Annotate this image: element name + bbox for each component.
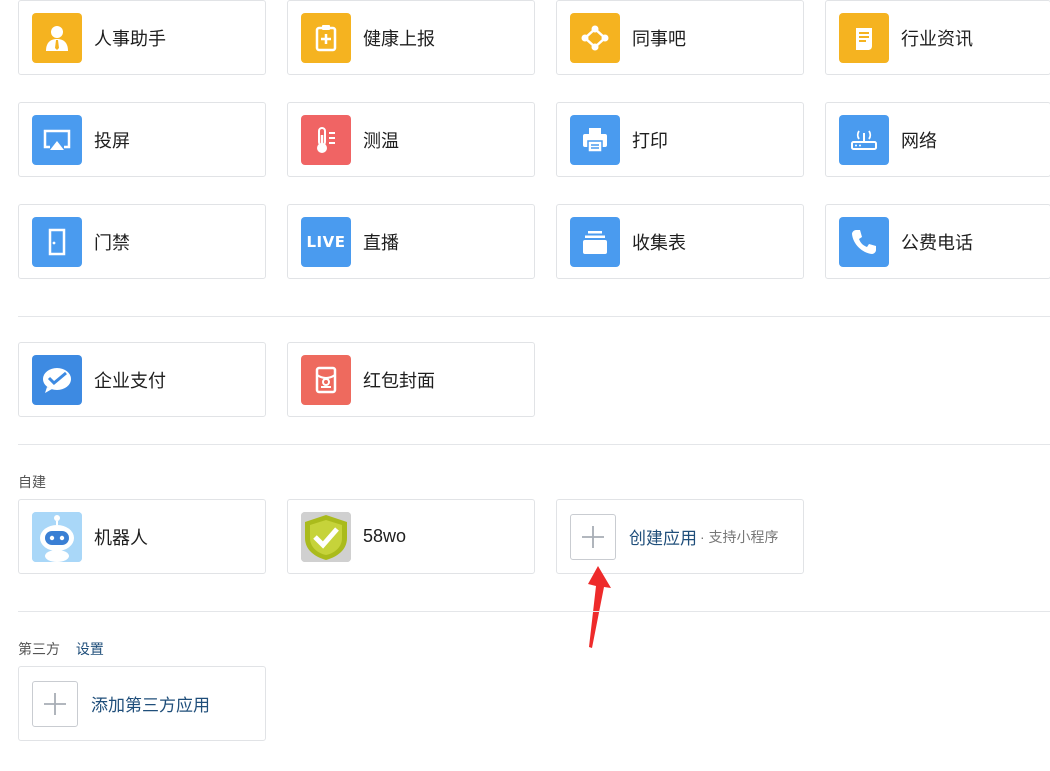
app-label: 同事吧 xyxy=(632,28,686,49)
network-icon xyxy=(570,12,620,63)
app-card-temperature[interactable]: 测温 xyxy=(287,102,535,177)
app-label: 58wo xyxy=(363,526,407,546)
mini-program-note: · 支持小程序 xyxy=(700,528,779,545)
clipboard-plus-icon xyxy=(301,12,351,63)
app-card-business-call[interactable]: 公费电话 xyxy=(825,204,1050,279)
annotation-arrow xyxy=(588,566,611,648)
app-label: 打印 xyxy=(632,130,668,151)
plus-icon xyxy=(570,513,616,560)
app-card-access-control[interactable]: 门禁 xyxy=(18,204,266,279)
section-divider xyxy=(18,316,1050,317)
app-label: 企业支付 xyxy=(94,370,166,391)
third-party-title: 第三方 xyxy=(18,641,60,657)
app-label: 健康上报 xyxy=(363,28,435,49)
phone-icon xyxy=(839,216,889,267)
plus-icon xyxy=(32,680,78,727)
app-card-health-report[interactable]: 健康上报 xyxy=(287,0,535,75)
app-label: 投屏 xyxy=(94,130,130,151)
app-card-network[interactable]: 网络 xyxy=(825,102,1050,177)
section-divider xyxy=(18,444,1050,445)
section-label-self-built: 自建 xyxy=(18,474,46,490)
app-card-colleague-bar[interactable]: 同事吧 xyxy=(556,0,804,75)
app-card-robot[interactable]: 机器人 xyxy=(18,499,266,574)
app-label: 门禁 xyxy=(94,232,130,253)
app-card-red-envelope-cover[interactable]: 红包封面 xyxy=(287,342,535,417)
app-label: 收集表 xyxy=(632,232,686,253)
app-card-industry-news[interactable]: 行业资讯 xyxy=(825,0,1050,75)
app-label: 机器人 xyxy=(94,527,148,548)
news-scroll-icon xyxy=(839,12,889,63)
router-icon xyxy=(839,114,889,165)
create-app-label: 创建应用 xyxy=(629,529,697,548)
app-label: 红包封面 xyxy=(363,370,435,391)
screencast-icon xyxy=(32,114,82,165)
add-third-party-app-card[interactable]: 添加第三方应用 xyxy=(18,666,266,741)
app-card-print[interactable]: 打印 xyxy=(556,102,804,177)
app-card-screencast[interactable]: 投屏 xyxy=(18,102,266,177)
live-icon: LIVE xyxy=(301,216,351,267)
app-label: 人事助手 xyxy=(94,28,166,49)
app-label: 公费电话 xyxy=(901,232,973,253)
app-card-hr-assistant[interactable]: 人事助手 xyxy=(18,0,266,75)
app-card-collection-form[interactable]: 收集表 xyxy=(556,204,804,279)
door-icon xyxy=(32,216,82,267)
person-tie-icon xyxy=(32,12,82,63)
robot-icon xyxy=(32,511,82,562)
wechat-pay-icon xyxy=(32,354,82,405)
third-party-settings-link[interactable]: 设置 xyxy=(76,641,104,657)
app-label: 测温 xyxy=(363,130,399,151)
printer-icon xyxy=(570,114,620,165)
section-divider xyxy=(18,611,1050,612)
app-card-live[interactable]: LIVE 直播 xyxy=(287,204,535,279)
red-envelope-icon xyxy=(301,354,351,405)
app-card-58wo[interactable]: 58wo xyxy=(287,499,535,574)
form-stack-icon xyxy=(570,216,620,267)
app-label: 行业资讯 xyxy=(901,28,973,49)
live-icon-text: LIVE xyxy=(306,232,346,251)
app-card-enterprise-payment[interactable]: 企业支付 xyxy=(18,342,266,417)
section-label-third-party: 第三方 设置 xyxy=(18,639,104,659)
app-label: 直播 xyxy=(363,232,399,253)
thermometer-icon xyxy=(301,114,351,165)
app-label: 网络 xyxy=(901,130,937,151)
shield-check-icon xyxy=(301,511,351,562)
add-third-party-label: 添加第三方应用 xyxy=(91,696,210,715)
